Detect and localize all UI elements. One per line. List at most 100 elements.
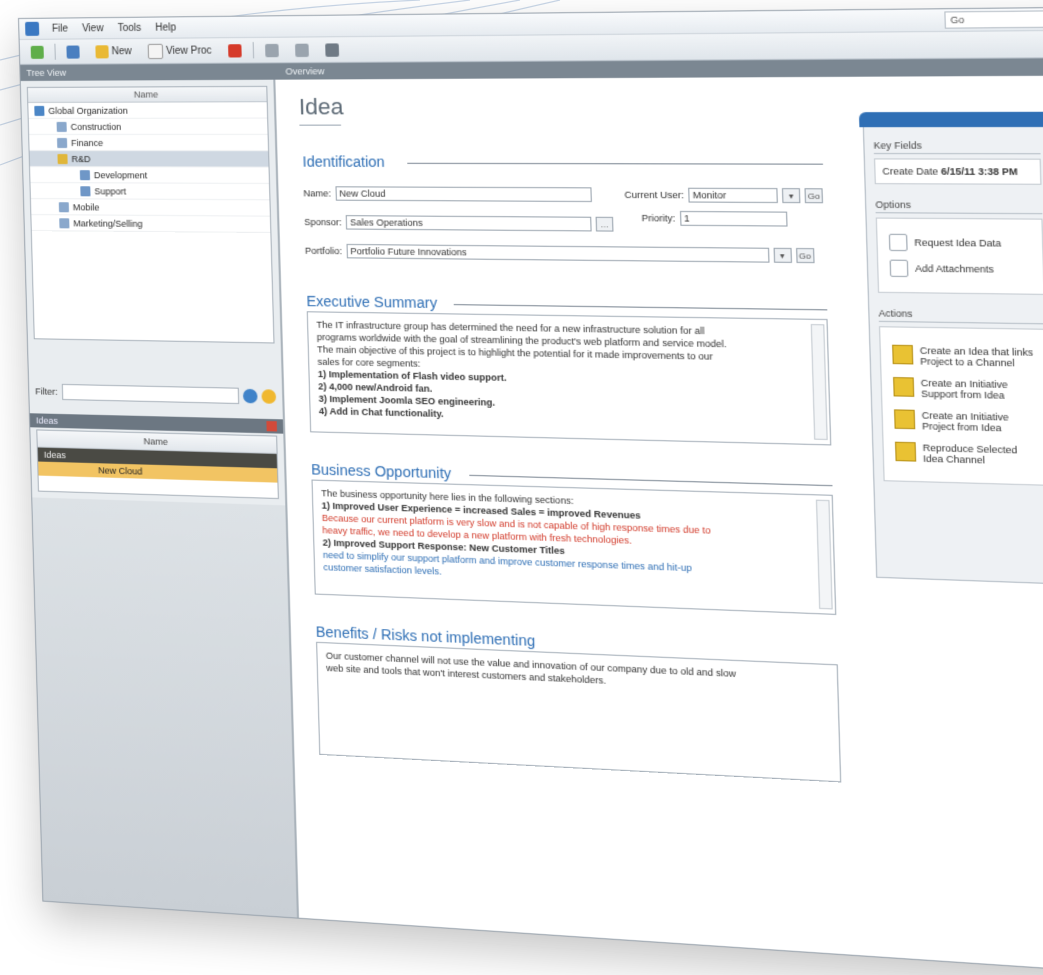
close-icon[interactable]	[266, 421, 278, 432]
tree-item[interactable]: Finance	[29, 134, 269, 152]
tree-header: Name	[27, 86, 267, 103]
filter-apply-icon[interactable]	[242, 388, 258, 404]
lookup-button[interactable]: …	[595, 216, 614, 232]
action-create-support[interactable]: Create an Initiative Support from Idea	[893, 377, 1035, 402]
business-opportunity-text[interactable]: The business opportunity here lies in th…	[311, 479, 837, 615]
sidebar: Name Global Organization Construction Fina…	[20, 79, 299, 918]
tab-overview[interactable]: Overview	[279, 66, 324, 77]
key-fields-box: Create Date 6/15/11 3:38 PM	[873, 158, 1042, 185]
org-tree: Name Global Organization Construction Fina…	[26, 85, 275, 344]
delete-button[interactable]	[223, 41, 247, 61]
sponsor-label: Sponsor:	[304, 216, 342, 228]
menu-tools[interactable]: Tools	[110, 22, 148, 33]
action-icon	[892, 344, 914, 365]
option-add-attachments[interactable]: Add Attachments	[889, 259, 1032, 279]
tree-item[interactable]: Development	[30, 167, 269, 184]
tree-item[interactable]: Mobile	[30, 199, 270, 217]
grid-icon	[66, 44, 80, 59]
identification-section: Identification	[302, 153, 824, 171]
go-button[interactable]: Go	[795, 247, 815, 264]
ideas-panel-label: Ideas	[35, 415, 59, 426]
refresh-button[interactable]	[26, 42, 49, 61]
folder-icon	[57, 153, 68, 164]
folder-icon	[79, 169, 91, 180]
app-logo-icon	[25, 21, 40, 36]
tab-tree-view[interactable]: Tree View	[20, 66, 279, 78]
attachment-icon	[889, 259, 909, 278]
folder-icon	[80, 185, 91, 196]
portfolio-row: Portfolio: Portfolio Future Innovations …	[304, 243, 815, 264]
tree-item-label: Marketing/Selling	[73, 217, 143, 229]
business-opportunity-lines: The business opportunity here lies in th…	[321, 487, 825, 592]
idea-form: Idea Identification Name: New Cloud Curr…	[275, 75, 1043, 974]
options-heading: Options	[875, 199, 1043, 215]
sponsor-row: Sponsor: Sales Operations …	[304, 215, 614, 232]
side-actions-panel: Key Fields Create Date 6/15/11 3:38 PM O…	[858, 111, 1043, 585]
tree-item-label: Mobile	[72, 201, 100, 213]
folder-icon	[59, 217, 70, 228]
new-icon	[95, 44, 109, 58]
actions-box: Create an Idea that links Project to a C…	[878, 326, 1043, 486]
back-button[interactable]	[260, 40, 284, 60]
tree-item[interactable]: R&D	[29, 150, 269, 168]
action-label: Create an Idea that links Project to a C…	[919, 345, 1034, 369]
folder-icon	[56, 121, 67, 132]
tree-item[interactable]: Marketing/Selling	[31, 215, 271, 234]
priority-input[interactable]: 1	[679, 210, 788, 227]
sidebar-empty-area	[32, 497, 297, 918]
tree-item[interactable]: Construction	[28, 118, 268, 135]
menu-view[interactable]: View	[75, 23, 111, 34]
option-label: Add Attachments	[914, 263, 994, 275]
filter-input[interactable]	[61, 383, 240, 405]
current-user-select[interactable]: Monitor	[688, 187, 778, 204]
search-button[interactable]	[320, 40, 345, 60]
portfolio-select[interactable]: Portfolio Future Innovations	[346, 243, 769, 263]
ideas-list: Name Ideas New Cloud	[36, 429, 279, 500]
menu-file[interactable]: File	[45, 23, 75, 34]
scrollbar[interactable]	[810, 324, 828, 441]
action-icon	[894, 441, 917, 462]
action-create-idea-link[interactable]: Create an Idea that links Project to a C…	[892, 344, 1034, 369]
priority-label: Priority:	[641, 212, 676, 224]
tree-item-label: R&D	[71, 153, 91, 164]
forward-button[interactable]	[290, 40, 314, 60]
action-label: Create an Initiative Support from Idea	[920, 377, 1008, 401]
menu-help[interactable]: Help	[148, 22, 183, 33]
tree-item[interactable]: Global Organization	[28, 102, 268, 119]
action-create-project[interactable]: Create an Initiative Project from Idea	[894, 409, 1036, 434]
tree-item-label: Support	[94, 185, 127, 197]
current-user-row: Current User: Monitor ▾ Go	[624, 187, 824, 204]
sponsor-input[interactable]: Sales Operations	[345, 215, 592, 232]
chevron-down-icon[interactable]: ▾	[773, 247, 792, 263]
delete-icon	[227, 43, 242, 58]
tree-item[interactable]: Support	[30, 183, 270, 201]
executive-summary-lines: The IT infrastructure group has determin…	[316, 319, 820, 430]
filter-clear-icon[interactable]	[261, 389, 277, 404]
key-fields-heading: Key Fields	[873, 140, 1041, 155]
current-user-label: Current User:	[624, 189, 685, 201]
grid-button[interactable]	[61, 42, 84, 61]
benefits-text[interactable]: Our customer channel will not use the va…	[316, 641, 842, 783]
new-label: New	[111, 45, 132, 57]
view-process-button[interactable]: View Proc	[142, 40, 217, 62]
quick-search-box[interactable]: Go	[944, 9, 1043, 29]
chevron-down-icon[interactable]: ▾	[781, 188, 801, 204]
view-process-label: View Proc	[165, 44, 212, 57]
folder-icon	[34, 105, 45, 116]
filter-label: Filter:	[35, 386, 58, 397]
scrollbar[interactable]	[815, 499, 833, 610]
portfolio-label: Portfolio:	[304, 245, 343, 257]
executive-summary-text[interactable]: The IT infrastructure group has determin…	[306, 311, 832, 446]
action-reproduce-idea[interactable]: Reproduce Selected Idea Channel	[894, 441, 1037, 467]
panel-tab	[858, 111, 1043, 128]
action-label: Create an Initiative Project from Idea	[921, 409, 1009, 434]
option-request-data[interactable]: Request Idea Data	[888, 233, 1031, 253]
go-button[interactable]: Go	[804, 188, 824, 204]
filter-row: Filter:	[35, 381, 277, 407]
action-icon	[894, 409, 916, 430]
app-window: File View Tools Help Go New View Proc Tr…	[18, 6, 1043, 975]
new-button[interactable]: New	[90, 41, 137, 61]
name-input[interactable]: New Cloud	[334, 186, 592, 203]
arrow-right-icon	[294, 43, 309, 57]
search-icon	[325, 42, 339, 57]
